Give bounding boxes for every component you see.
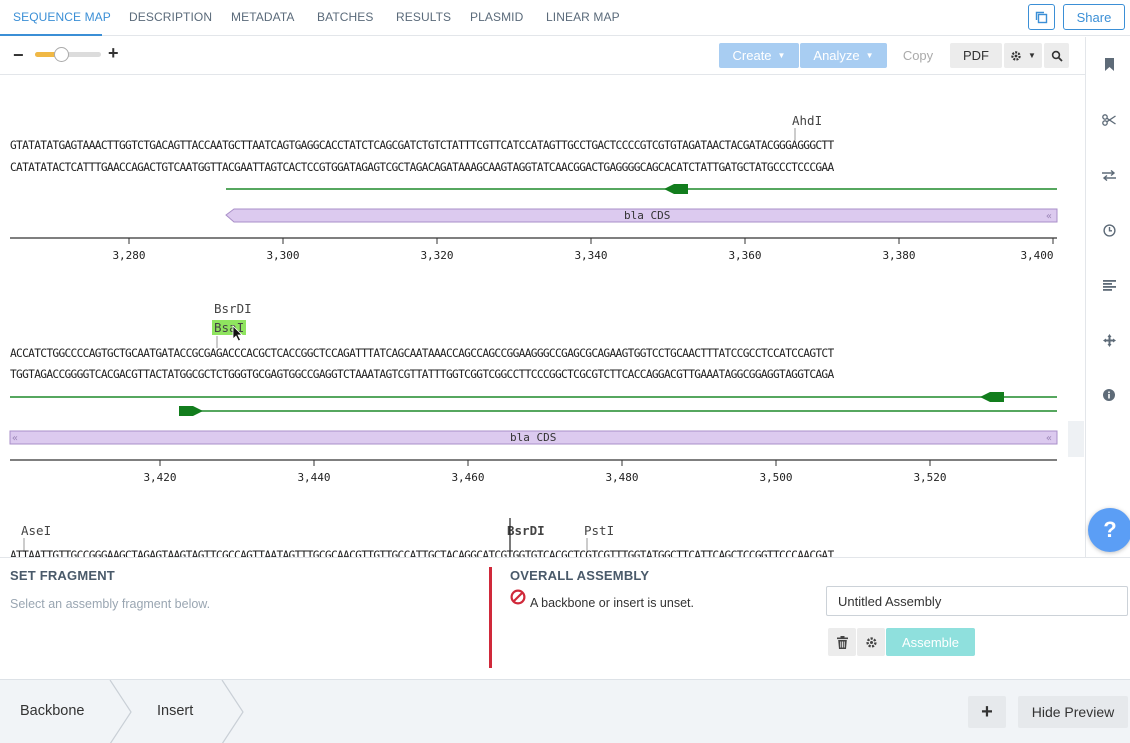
ruler-tick-label: 3,500 — [759, 471, 793, 484]
ruler-tick-label: 3,420 — [143, 471, 177, 484]
tab-metadata[interactable]: METADATA — [231, 10, 294, 24]
copy-link-button[interactable] — [1028, 4, 1055, 30]
ruler-tick-label: 3,360 — [728, 249, 762, 262]
sequence-top-strand[interactable]: ACCATCTGGCCCCAGTGCTGCAATGATACCGCGAGACCCA… — [10, 347, 834, 360]
overall-assembly-title: OVERALL ASSEMBLY — [510, 568, 650, 583]
analyze-menu-button[interactable]: Analyze ▼ — [800, 43, 887, 68]
create-menu-button[interactable]: Create ▼ — [719, 43, 799, 68]
zoom-out-button[interactable]: − — [13, 45, 24, 66]
search-icon — [1051, 50, 1063, 62]
active-tab-indicator — [0, 34, 102, 36]
ruler-tick-label: 3,440 — [297, 471, 331, 484]
scrollbar-thumb[interactable] — [1068, 421, 1084, 457]
translation-arrow[interactable] — [980, 392, 1004, 402]
feature-track: « — [10, 184, 1058, 244]
feature-continues-icon: « — [1046, 433, 1052, 444]
search-button[interactable] — [1044, 43, 1069, 68]
zoom-slider[interactable] — [35, 47, 101, 62]
ruler-tick-label: 3,460 — [451, 471, 485, 484]
assemble-button[interactable]: Assemble — [886, 628, 975, 656]
ruler-tick-label: 3,480 — [605, 471, 639, 484]
chevron-down-icon: ▼ — [1028, 51, 1036, 60]
share-button[interactable]: Share — [1063, 4, 1125, 30]
tab-description[interactable]: DESCRIPTION — [129, 10, 212, 24]
hide-preview-button[interactable]: Hide Preview — [1018, 696, 1128, 728]
assembly-panel: SET FRAGMENT Select an assembly fragment… — [0, 557, 1130, 679]
delete-assembly-button[interactable] — [828, 628, 856, 656]
feature-label: bla CDS — [510, 431, 557, 444]
info-icon[interactable] — [1102, 388, 1116, 402]
scissors-icon[interactable] — [1102, 113, 1116, 127]
gear-icon — [865, 636, 877, 648]
assembly-settings-button[interactable] — [857, 628, 885, 656]
tab-results[interactable]: RESULTS — [396, 10, 451, 24]
chevron-down-icon: ▼ — [865, 51, 874, 60]
swap-icon[interactable] — [1102, 168, 1116, 182]
chevron-down-icon: ▼ — [777, 51, 786, 60]
breadcrumb-backbone[interactable]: Backbone — [20, 703, 85, 719]
ruler-tick-label: 3,320 — [420, 249, 454, 262]
assembly-name-input[interactable] — [826, 586, 1128, 616]
set-fragment-title: SET FRAGMENT — [10, 568, 115, 583]
settings-menu-button[interactable]: ▼ — [1004, 43, 1042, 68]
zoom-in-button[interactable]: + — [108, 43, 119, 64]
bookmark-icon[interactable] — [1102, 57, 1116, 71]
ruler-tick-label: 3,520 — [913, 471, 947, 484]
sequence-toolbar: − + Create ▼ Analyze ▼ Copy PDF ▼ — [0, 37, 1085, 75]
set-fragment-hint: Select an assembly fragment below. — [10, 597, 211, 611]
gear-icon — [1011, 50, 1021, 61]
restriction-site-bsrdi[interactable]: BsrDI — [214, 301, 252, 316]
fragment-footer: Backbone Insert + Hide Preview — [0, 679, 1130, 743]
translation-arrow[interactable] — [664, 184, 688, 194]
sequence-bottom-strand[interactable]: TGGTAGACCGGGGTCACGACGTTACTATGGCGCTCTGGGT… — [10, 368, 834, 381]
history-icon[interactable] — [1102, 223, 1116, 237]
ruler-tick-label: 3,300 — [266, 249, 300, 262]
right-tool-rail — [1085, 37, 1130, 557]
create-label: Create — [732, 48, 772, 63]
status-divider — [489, 567, 492, 668]
ruler-ticks — [128, 238, 1054, 244]
sequence-top-strand[interactable]: ATTAATTGTTGCCGGGAAGCTAGAGTAAGTAGTTCGCCAG… — [10, 549, 834, 557]
sequence-bottom-strand[interactable]: CATATATACTCATTTGAACCAGACTGTCAATGGTTACGAA… — [10, 161, 834, 174]
trash-icon — [836, 635, 848, 649]
help-button[interactable]: ? — [1088, 508, 1130, 552]
prohibited-icon — [510, 589, 526, 605]
mouse-pointer-icon — [232, 325, 243, 342]
tab-plasmid[interactable]: PLASMID — [470, 10, 523, 24]
ruler-tick-label: 3,340 — [574, 249, 608, 262]
feature-label: bla CDS — [624, 209, 671, 222]
ruler-tick-label: 3,280 — [112, 249, 146, 262]
add-fragment-button[interactable]: + — [968, 696, 1006, 728]
sequence-top-strand[interactable]: GTATATATGAGTAAACTTGGTCTGACAGTTACCAATGCTT… — [10, 139, 834, 152]
ruler-tick-label: 3,400 — [1020, 249, 1054, 262]
ruler-tick-label: 3,380 — [882, 249, 916, 262]
restriction-site-ahdi[interactable]: AhdI — [792, 113, 822, 128]
feature-continues-icon: « — [12, 433, 18, 444]
breadcrumb-insert[interactable]: Insert — [157, 703, 193, 719]
top-tab-bar: SEQUENCE MAP DESCRIPTION METADATA BATCHE… — [0, 0, 1130, 36]
align-left-icon[interactable] — [1102, 278, 1116, 292]
tab-batches[interactable]: BATCHES — [317, 10, 374, 24]
translation-arrow[interactable] — [179, 406, 203, 416]
tab-linear-map[interactable]: LINEAR MAP — [546, 10, 620, 24]
pdf-button[interactable]: PDF — [950, 43, 1002, 68]
feature-continues-icon: « — [1046, 211, 1052, 222]
copy-button[interactable]: Copy — [891, 43, 945, 68]
sequence-map-view[interactable]: AhdI GTATATATGAGTAAACTTGGTCTGACAGTTACCAA… — [0, 76, 1085, 557]
copy-icon — [1035, 11, 1048, 23]
ruler-ticks — [159, 460, 931, 466]
analyze-label: Analyze — [813, 48, 860, 63]
tab-sequence-map[interactable]: SEQUENCE MAP — [13, 10, 111, 24]
assembly-warning-text: A backbone or insert is unset. — [530, 596, 694, 610]
zoom-slider-handle[interactable] — [54, 47, 69, 62]
move-icon[interactable] — [1102, 333, 1116, 347]
